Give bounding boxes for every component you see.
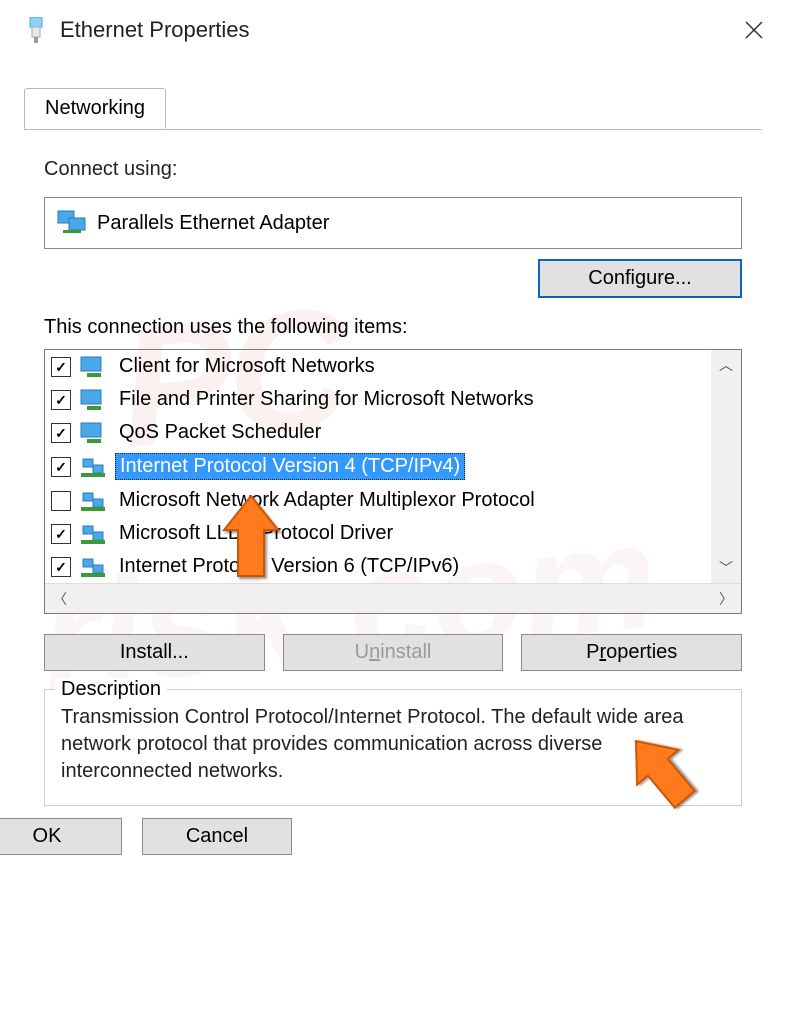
- checkbox[interactable]: [51, 491, 71, 511]
- list-item[interactable]: Client for Microsoft Networks: [45, 350, 711, 383]
- scroll-down-icon[interactable]: ﹀: [711, 553, 741, 583]
- vertical-scrollbar[interactable]: ︿ ﹀: [711, 350, 741, 583]
- items-label: This connection uses the following items…: [44, 316, 742, 339]
- scroll-track[interactable]: [75, 584, 711, 613]
- item-label: Microsoft Network Adapter Multiplexor Pr…: [115, 488, 539, 513]
- close-button[interactable]: [734, 10, 774, 50]
- install-button[interactable]: Install...: [44, 634, 265, 671]
- checkbox[interactable]: [51, 423, 71, 443]
- list-item[interactable]: Microsoft Network Adapter Multiplexor Pr…: [45, 484, 711, 517]
- scroll-track[interactable]: [711, 380, 741, 553]
- checkbox[interactable]: [51, 557, 71, 577]
- item-label: Client for Microsoft Networks: [115, 354, 379, 379]
- list-item[interactable]: Internet Protocol Version 4 (TCP/IPv4): [45, 449, 711, 484]
- network-icon: [79, 455, 107, 479]
- adapter-box: Parallels Ethernet Adapter: [44, 197, 742, 249]
- horizontal-scrollbar[interactable]: 〈 〉: [45, 583, 741, 613]
- description-label: Description: [55, 678, 167, 701]
- item-label: Microsoft LLDP Protocol Driver: [115, 521, 397, 546]
- monitor-icon: [79, 388, 107, 412]
- tab-networking[interactable]: Networking: [24, 88, 166, 129]
- list-item[interactable]: File and Printer Sharing for Microsoft N…: [45, 383, 711, 416]
- network-icon: [79, 555, 107, 579]
- connection-items-list: Client for Microsoft Networks File and Pr…: [44, 349, 742, 614]
- adapter-icon: [57, 208, 87, 238]
- item-label: QoS Packet Scheduler: [115, 420, 325, 445]
- list-item[interactable]: Microsoft LLDP Protocol Driver: [45, 517, 711, 550]
- item-label: Internet Protocol Version 4 (TCP/IPv4): [115, 453, 465, 480]
- cancel-button[interactable]: Cancel: [142, 818, 292, 855]
- configure-button[interactable]: Configure...: [538, 259, 742, 298]
- item-label: File and Printer Sharing for Microsoft N…: [115, 387, 538, 412]
- checkbox[interactable]: [51, 357, 71, 377]
- scroll-up-icon[interactable]: ︿: [711, 350, 741, 380]
- ok-button[interactable]: OK: [0, 818, 122, 855]
- network-icon: [79, 489, 107, 513]
- titlebar: Ethernet Properties: [0, 0, 790, 56]
- list-item[interactable]: QoS Packet Scheduler: [45, 416, 711, 449]
- network-icon: [79, 522, 107, 546]
- ethernet-icon: [26, 16, 46, 44]
- adapter-name: Parallels Ethernet Adapter: [97, 212, 329, 235]
- description-group: Description Transmission Control Protoco…: [44, 689, 742, 806]
- connect-using-label: Connect using:: [44, 158, 742, 181]
- tab-strip: Networking: [24, 88, 762, 130]
- checkbox[interactable]: [51, 457, 71, 477]
- checkbox[interactable]: [51, 524, 71, 544]
- scroll-left-icon[interactable]: 〈: [45, 584, 75, 613]
- monitor-icon: [79, 355, 107, 379]
- checkbox[interactable]: [51, 390, 71, 410]
- uninstall-button: Uninstall: [283, 634, 504, 671]
- list-item[interactable]: Internet Protocol Version 6 (TCP/IPv6): [45, 550, 711, 583]
- description-text: Transmission Control Protocol/Internet P…: [61, 704, 725, 785]
- properties-button[interactable]: Properties: [521, 634, 742, 671]
- window-title: Ethernet Properties: [60, 17, 734, 43]
- monitor-icon: [79, 421, 107, 445]
- scroll-right-icon[interactable]: 〉: [711, 584, 741, 613]
- item-label: Internet Protocol Version 6 (TCP/IPv6): [115, 554, 463, 579]
